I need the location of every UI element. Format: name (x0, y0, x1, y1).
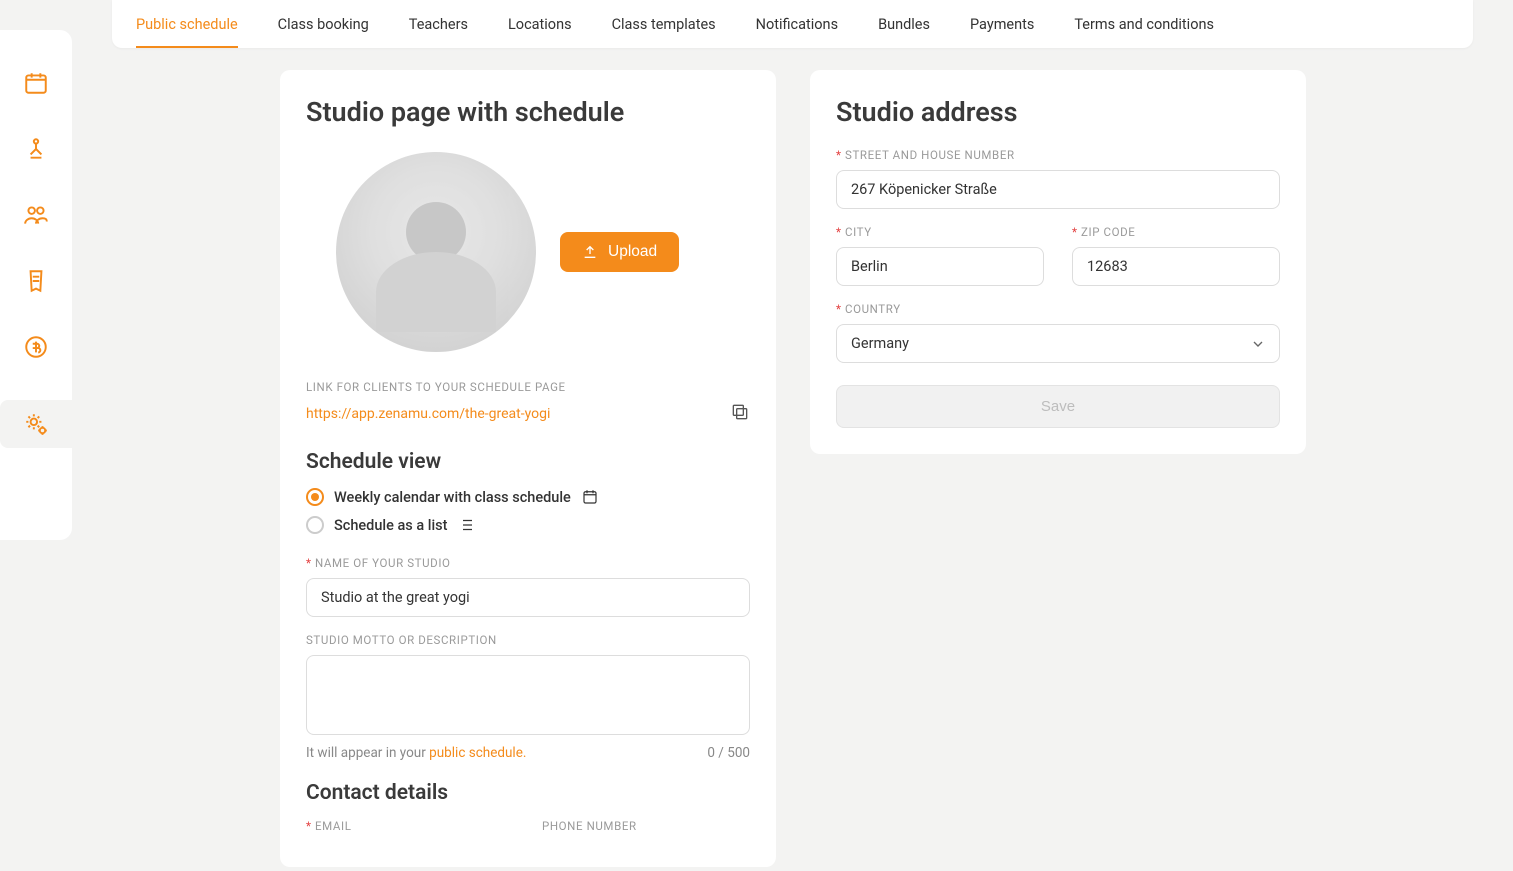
studio-page-card: Studio page with schedule Upload LINK FO… (280, 70, 776, 867)
street-label: STREET AND HOUSE NUMBER (836, 148, 1280, 162)
money-icon[interactable] (23, 334, 49, 360)
studio-name-input[interactable] (306, 578, 750, 617)
settings-icon[interactable] (0, 400, 72, 448)
city-label: CITY (836, 225, 1044, 239)
studio-address-title: Studio address (836, 96, 1280, 128)
tab-public-schedule[interactable]: Public schedule (136, 2, 238, 47)
avatar-upload-row: Upload (336, 152, 750, 352)
radio-weekly-label: Weekly calendar with class schedule (334, 489, 571, 506)
copy-icon[interactable] (730, 402, 750, 426)
content-area: Studio page with schedule Upload LINK FO… (280, 70, 1473, 871)
schedule-link-label: LINK FOR CLIENTS TO YOUR SCHEDULE PAGE (306, 380, 750, 394)
street-input[interactable] (836, 170, 1280, 209)
tab-notifications[interactable]: Notifications (756, 2, 838, 47)
radio-list[interactable]: Schedule as a list (306, 516, 750, 534)
yoga-icon[interactable] (23, 136, 49, 162)
studio-avatar (336, 152, 536, 352)
schedule-link[interactable]: https://app.zenamu.com/the-great-yogi (306, 406, 550, 422)
tab-locations[interactable]: Locations (508, 2, 572, 47)
upload-button-label: Upload (608, 243, 657, 261)
studio-name-label: NAME OF YOUR STUDIO (306, 556, 750, 570)
city-input[interactable] (836, 247, 1044, 286)
chevron-down-icon (1250, 336, 1266, 352)
tabs-bar: Public schedule Class booking Teachers L… (112, 0, 1473, 48)
email-label: EMAIL (306, 819, 514, 833)
contact-details-heading: Contact details (306, 781, 750, 805)
motto-helper-prefix: It will appear in your (306, 745, 429, 761)
radio-list-indicator (306, 516, 324, 534)
motto-char-count: 0 / 500 (707, 745, 750, 761)
motto-helper: It will appear in your public schedule. (306, 745, 526, 761)
radio-list-label: Schedule as a list (334, 517, 447, 534)
calendar-icon[interactable] (23, 70, 49, 96)
tab-class-booking[interactable]: Class booking (278, 2, 369, 47)
tab-terms[interactable]: Terms and conditions (1074, 2, 1214, 47)
country-label: COUNTRY (836, 302, 1280, 316)
upload-icon (582, 244, 598, 260)
zip-input[interactable] (1072, 247, 1280, 286)
zip-label: ZIP CODE (1072, 225, 1280, 239)
studio-page-title: Studio page with schedule (306, 96, 750, 128)
tab-payments[interactable]: Payments (970, 2, 1034, 47)
studio-motto-label: STUDIO MOTTO OR DESCRIPTION (306, 633, 750, 647)
tab-class-templates[interactable]: Class templates (612, 2, 716, 47)
schedule-view-heading: Schedule view (306, 450, 750, 474)
sidebar (0, 30, 72, 540)
tab-teachers[interactable]: Teachers (409, 2, 468, 47)
phone-label: PHONE NUMBER (542, 819, 750, 833)
save-button[interactable]: Save (836, 385, 1280, 428)
radio-weekly-indicator (306, 488, 324, 506)
studio-motto-input[interactable] (306, 655, 750, 735)
calendar-small-icon (581, 488, 599, 506)
public-schedule-link[interactable]: public schedule. (429, 745, 526, 761)
studio-address-card: Studio address STREET AND HOUSE NUMBER C… (810, 70, 1306, 454)
upload-button[interactable]: Upload (560, 232, 679, 272)
tab-bundles[interactable]: Bundles (878, 2, 930, 47)
list-icon (457, 516, 475, 534)
invoice-icon[interactable] (23, 268, 49, 294)
people-icon[interactable] (23, 202, 49, 228)
radio-weekly[interactable]: Weekly calendar with class schedule (306, 488, 750, 506)
country-select[interactable] (836, 324, 1280, 363)
